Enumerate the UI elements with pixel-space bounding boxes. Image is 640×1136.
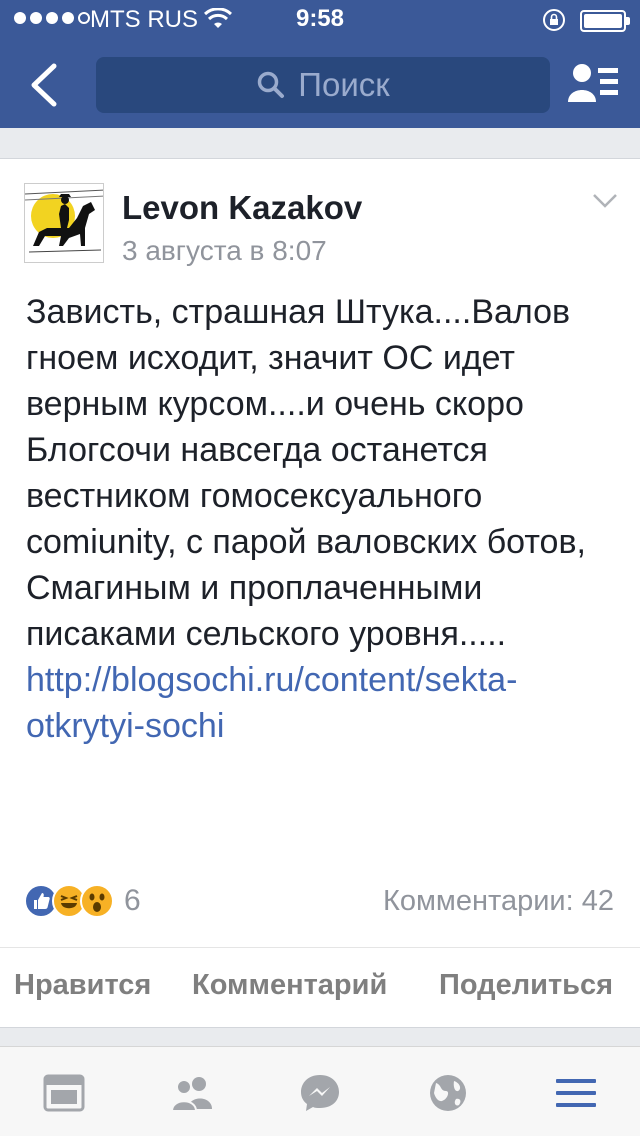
comments-count[interactable]: Комментарии: 42 xyxy=(383,885,614,918)
reactions-summary[interactable]: 6 xyxy=(24,883,141,919)
horse-rider-image xyxy=(25,184,103,262)
feed-gap xyxy=(0,128,640,158)
status-bar: MTS RUS 9:58 xyxy=(0,0,640,40)
chevron-down-icon[interactable] xyxy=(592,193,618,209)
battery-icon xyxy=(580,10,630,32)
post-timestamp[interactable]: 3 августа в 8:07 xyxy=(122,235,327,267)
like-button[interactable]: Нравится xyxy=(14,969,151,1002)
back-arrow-icon[interactable] xyxy=(26,62,66,108)
search-input[interactable]: Поиск xyxy=(96,57,550,113)
tab-bar xyxy=(0,1046,640,1136)
post-author[interactable]: Levon Kazakov xyxy=(122,189,362,227)
post-text: Зависть, страшная Штука....Валов гноем и… xyxy=(26,293,586,653)
search-placeholder: Поиск xyxy=(298,66,390,103)
search-icon xyxy=(258,71,285,98)
notifications-globe-icon[interactable] xyxy=(426,1073,470,1113)
news-feed-icon[interactable] xyxy=(42,1073,86,1113)
navigation-bar: MTS RUS 9:58 Поиск xyxy=(0,0,640,128)
post-body: Зависть, страшная Штука....Валов гноем и… xyxy=(26,289,626,749)
wow-reaction-icon xyxy=(80,884,114,918)
share-button[interactable]: Поделиться xyxy=(439,969,625,1002)
avatar[interactable] xyxy=(24,183,104,263)
post-actions: Нравится Комментарий Поделиться xyxy=(0,947,640,1027)
messenger-icon[interactable] xyxy=(298,1073,342,1113)
post-card: Levon Kazakov 3 августа в 8:07 Зависть, … xyxy=(0,158,640,1028)
comment-button[interactable]: Комментарий xyxy=(192,969,408,1002)
friends-icon[interactable] xyxy=(170,1073,214,1113)
rotation-lock-icon xyxy=(543,9,565,31)
reactions-count: 6 xyxy=(124,884,141,917)
menu-icon[interactable] xyxy=(554,1073,598,1113)
post-link[interactable]: http://blogsochi.ru/content/sekta-otkryt… xyxy=(26,661,517,745)
friends-list-icon[interactable] xyxy=(568,62,620,106)
